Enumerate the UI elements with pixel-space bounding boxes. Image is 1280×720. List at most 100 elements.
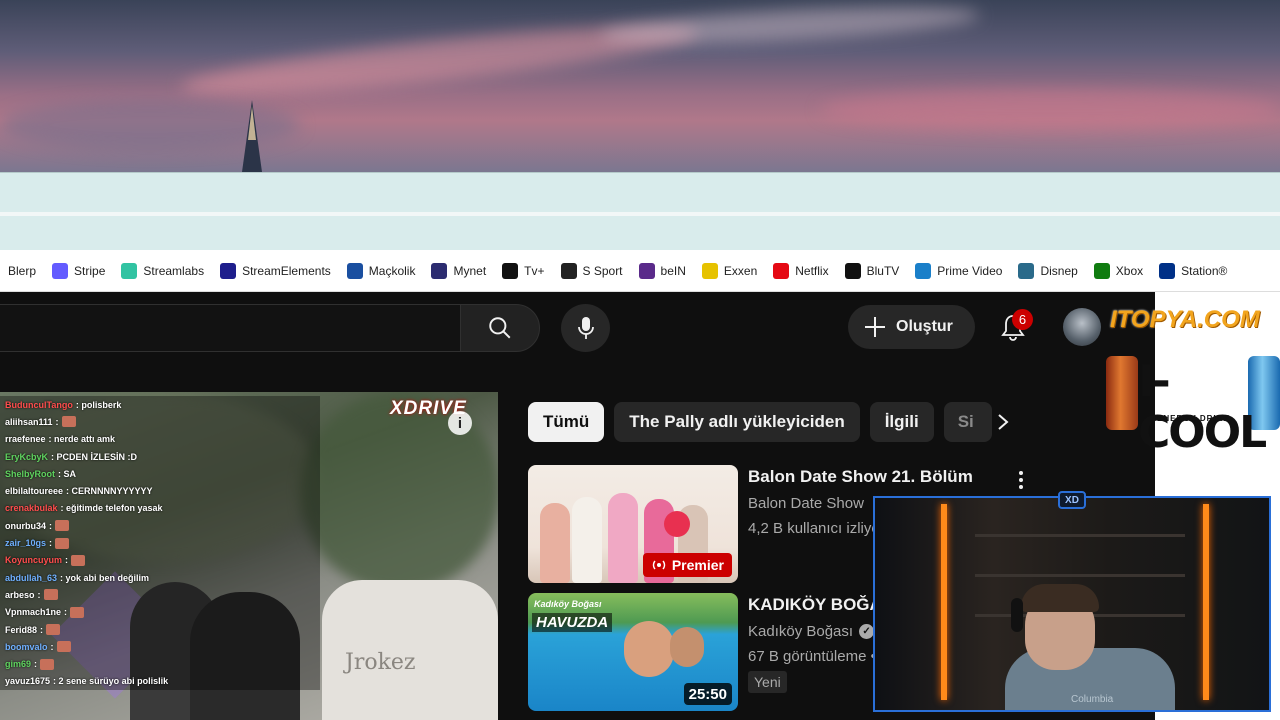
bookmark-netflix[interactable]: Netflix [765, 257, 836, 285]
search-icon [489, 317, 511, 339]
screen: Blerp Stripe Streamlabs StreamElements Maçko… [0, 0, 1280, 720]
bookmark-blerp[interactable]: Blerp [0, 257, 44, 285]
shirt-text: Jrokez [345, 650, 416, 675]
bookmark-streamlabs[interactable]: Streamlabs [113, 257, 212, 285]
notification-count-badge: 6 [1012, 309, 1033, 330]
chat-username: aliihsan111 [5, 416, 53, 427]
bookmark-stripe[interactable]: Stripe [44, 257, 113, 285]
verified-icon: ✓ [859, 624, 875, 639]
chat-username: crenakbulak [5, 503, 58, 514]
bookmark-blutv[interactable]: BluTV [837, 257, 908, 285]
emote-icon [71, 554, 86, 566]
microphone-icon [577, 317, 594, 339]
create-button[interactable]: Oluştur [848, 305, 975, 349]
energy-drink-tagline: ENERGY DRINK [1157, 414, 1231, 423]
plus-icon [865, 317, 885, 337]
channel-name[interactable]: Kadıköy Boğası ✓ [748, 623, 875, 640]
bookmark-mynet[interactable]: Mynet [423, 257, 494, 285]
video-duration: 25:50 [683, 683, 732, 705]
bookmark-xbox[interactable]: Xbox [1086, 257, 1151, 285]
chat-message: onurbu34: [0, 517, 320, 535]
chips-next-button[interactable] [985, 404, 1021, 440]
new-badge: Yeni [748, 671, 787, 693]
search-button[interactable] [460, 304, 540, 352]
shirt-brand: Columbia [1071, 694, 1114, 705]
video-thumbnail[interactable]: Kadıköy Boğası HAVUZDA 25:50 [528, 593, 738, 711]
chat-username: Ferid88 [5, 624, 38, 635]
streamer-hair [1021, 584, 1099, 612]
chat-text: : [50, 641, 54, 652]
streamlabs-icon [121, 262, 138, 279]
more-options-button[interactable] [1012, 467, 1030, 493]
browser-tab-bar [0, 172, 1280, 212]
thumbnail-headline: HAVUZDA [532, 613, 613, 632]
bookmark-label: Station® [1181, 263, 1228, 278]
emote-icon [70, 606, 85, 618]
search-input[interactable] [0, 304, 462, 352]
chat-username: yavuz1675 [5, 676, 51, 687]
chip-t-m-[interactable]: Tümü [528, 402, 605, 442]
chip-i-lgili[interactable]: İlgili [869, 402, 934, 442]
bookmark-disnep[interactable]: Disnep [1010, 257, 1085, 285]
icool-logo: I-COOL [1138, 356, 1267, 458]
chat-message: zair_10gs: [0, 534, 320, 552]
bookmark-bein[interactable]: beIN [631, 257, 694, 285]
chat-username: BudunculTango [5, 399, 73, 410]
video-title[interactable]: Balon Date Show 21. Bölüm [748, 467, 973, 487]
chat-message: yavuz1675: 2 sene sürüyo abi polislik [0, 672, 320, 691]
chat-message: Vpnmach1ne: [0, 603, 320, 621]
playstation-icon [1159, 262, 1176, 279]
stream-logo: XD [1058, 491, 1086, 509]
chevron-right-icon [998, 414, 1009, 430]
bookmark-tv-[interactable]: Tv+ [494, 257, 552, 285]
chip-the-pally-adl-y-kleyiciden[interactable]: The Pally adlı yükleyiciden [614, 402, 860, 442]
chat-text: : SA [58, 468, 77, 479]
bookmark-prime-video[interactable]: Prime Video [907, 257, 1010, 285]
info-icon[interactable]: i [448, 411, 472, 435]
channel-name[interactable]: Balon Date Show [748, 495, 864, 512]
bookmark-exxen[interactable]: Exxen [694, 257, 765, 285]
chat-text: : [49, 520, 53, 531]
bookmark-ma-kolik[interactable]: Maçkolik [339, 257, 424, 285]
chat-text: : polisberk [75, 399, 122, 410]
netflix-icon [773, 262, 790, 279]
bein-icon [638, 262, 655, 279]
premiere-label: Premier [671, 557, 724, 573]
chat-message: gim69: [0, 655, 320, 673]
bookmark-label: Maçkolik [368, 263, 416, 278]
video-title[interactable]: KADIKÖY BOĞAS [748, 595, 893, 615]
bookmark-label: Disnep [1040, 263, 1078, 278]
bookmark-streamelements[interactable]: StreamElements [212, 257, 339, 285]
account-avatar[interactable] [1063, 308, 1101, 346]
chat-username: ShelbyRoot [5, 468, 56, 479]
emote-icon [55, 520, 70, 532]
chat-message: crenakbulak: eğitimde telefon yasak [0, 499, 320, 518]
chat-username: zair_10gs [5, 538, 47, 549]
streamelements-icon [220, 262, 237, 279]
desktop-sky-background [0, 0, 1280, 172]
chat-message: ShelbyRoot: SA [0, 465, 320, 483]
chat-username: boomvalo [5, 641, 48, 652]
bookmark-label: Exxen [723, 263, 758, 278]
chat-username: abdullah_63 [5, 572, 58, 583]
bookmark-label: Netflix [795, 263, 829, 278]
bookmark-label: Tv+ [524, 263, 545, 278]
emote-icon [56, 641, 71, 653]
bookmark-s-sport[interactable]: S Sport [553, 257, 631, 285]
video-thumbnail[interactable]: Premier [528, 465, 738, 583]
bookmark-label: beIN [660, 263, 686, 278]
create-label: Oluştur [896, 318, 953, 335]
chat-message: Koyuncuyum: [0, 551, 320, 569]
chat-message: abdullah_63: yok abi ben değilim [0, 568, 320, 587]
chat-username: arbeso [5, 589, 35, 600]
ssport-icon [560, 262, 577, 279]
primevideo-icon [915, 262, 932, 279]
bookmark-station-[interactable]: Station® [1151, 257, 1235, 285]
voice-search-button[interactable] [561, 304, 610, 352]
exxen-icon [701, 262, 718, 279]
thumbnail-caption: Kadıköy Boğası [534, 599, 602, 609]
disney-icon [1018, 262, 1035, 279]
chat-message: BudunculTango: polisberk [0, 396, 320, 414]
emote-icon [46, 624, 61, 635]
chat-text: : nerde attı amk [48, 434, 116, 445]
